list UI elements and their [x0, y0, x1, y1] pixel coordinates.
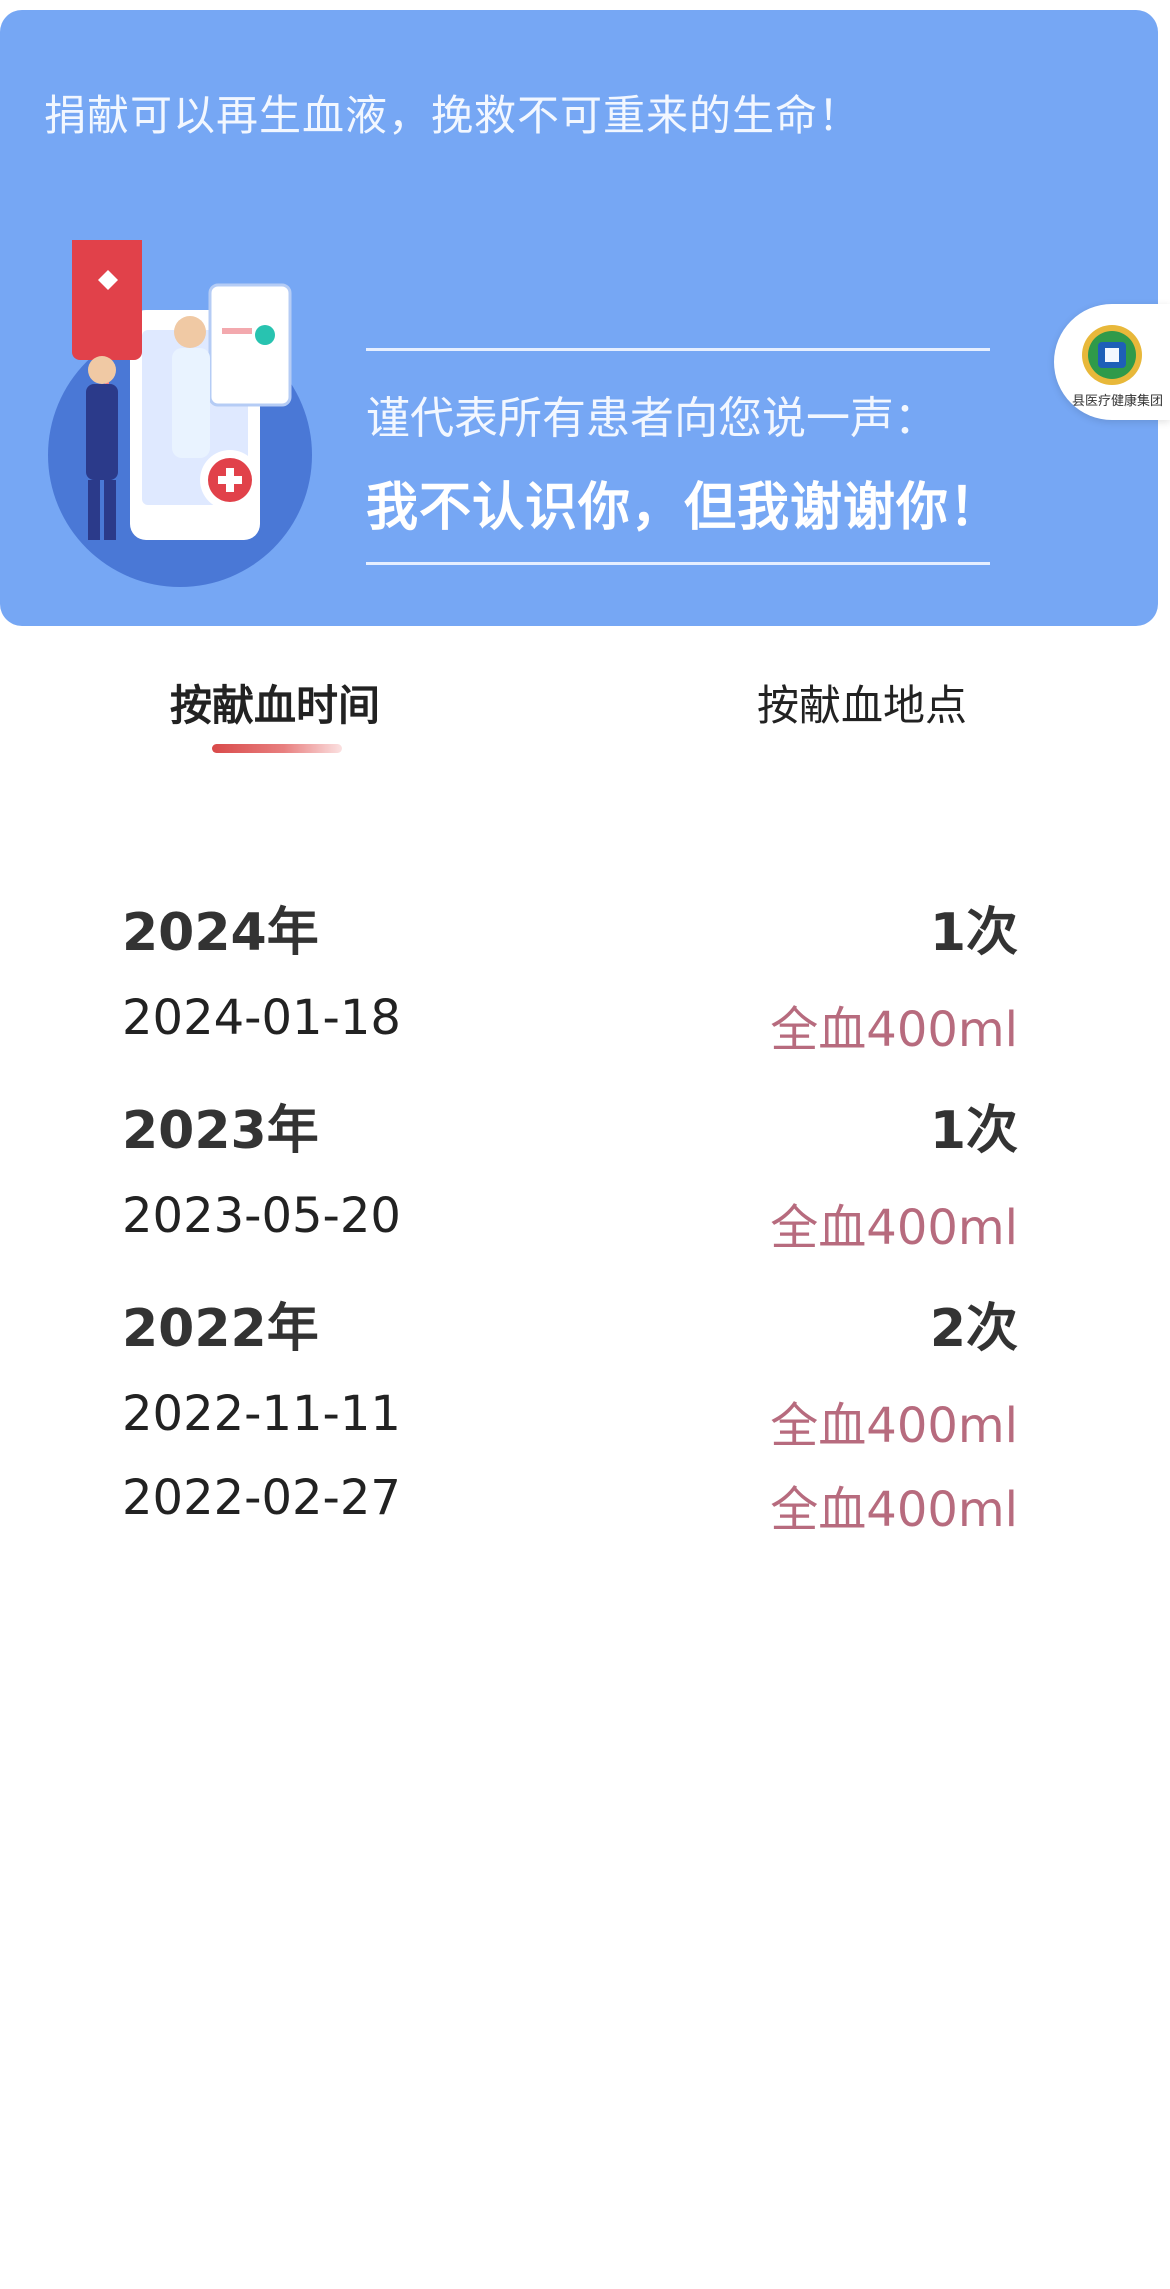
year-header: 2024年 1次 — [122, 880, 1018, 986]
donation-type: 全血400ml — [770, 1482, 1018, 1538]
year-header: 2022年 2次 — [122, 1276, 1018, 1382]
donation-record-row[interactable]: 2022-11-11 全血400ml — [122, 1382, 1018, 1466]
donation-banner: 捐献可以再生血液，挽救不可重来的生命！ 谨代表所有患者向您说一声： 我不认识你，… — [0, 10, 1158, 626]
donation-date: 2024-01-18 — [122, 990, 401, 1046]
donation-date: 2023-05-20 — [122, 1188, 401, 1244]
donation-type: 全血400ml — [770, 1002, 1018, 1058]
donation-record-row[interactable]: 2024-01-18 全血400ml — [122, 986, 1018, 1070]
organization-logo[interactable]: 县医疗健康集团 — [1054, 304, 1170, 420]
year-count: 1次 — [929, 903, 1018, 963]
donation-date: 2022-02-27 — [122, 1470, 401, 1526]
donation-records: 2024年 1次 2024-01-18 全血400ml 2023年 1次 202… — [122, 880, 1018, 1550]
tab-by-time[interactable]: 按献血时间 — [170, 672, 380, 733]
year-header: 2023年 1次 — [122, 1078, 1018, 1184]
logo-text: 县医疗健康集团 — [1072, 394, 1164, 409]
year-label: 2023年 — [122, 1101, 319, 1161]
year-label: 2022年 — [122, 1299, 319, 1359]
year-count: 2次 — [929, 1299, 1018, 1359]
donation-record-row[interactable]: 2022-02-27 全血400ml — [122, 1466, 1018, 1550]
banner-divider-bottom — [366, 562, 990, 565]
donation-type: 全血400ml — [770, 1200, 1018, 1256]
banner-divider-top — [366, 348, 990, 351]
donation-type: 全血400ml — [770, 1398, 1018, 1454]
banner-slogan: 捐献可以再生血液，挽救不可重来的生命！ — [44, 91, 862, 140]
logo-icon — [1082, 325, 1142, 385]
thanks-line2: 我不认识你，但我谢谢你！ — [366, 478, 1003, 538]
donation-date: 2022-11-11 — [122, 1386, 401, 1442]
year-count: 1次 — [929, 1101, 1018, 1161]
tab-by-location[interactable]: 按献血地点 — [757, 672, 967, 733]
thanks-line1: 谨代表所有患者向您说一声： — [366, 393, 938, 444]
blood-donation-illustration — [48, 240, 312, 587]
donation-record-row[interactable]: 2023-05-20 全血400ml — [122, 1184, 1018, 1268]
year-label: 2024年 — [122, 903, 319, 963]
active-tab-indicator — [212, 744, 342, 753]
